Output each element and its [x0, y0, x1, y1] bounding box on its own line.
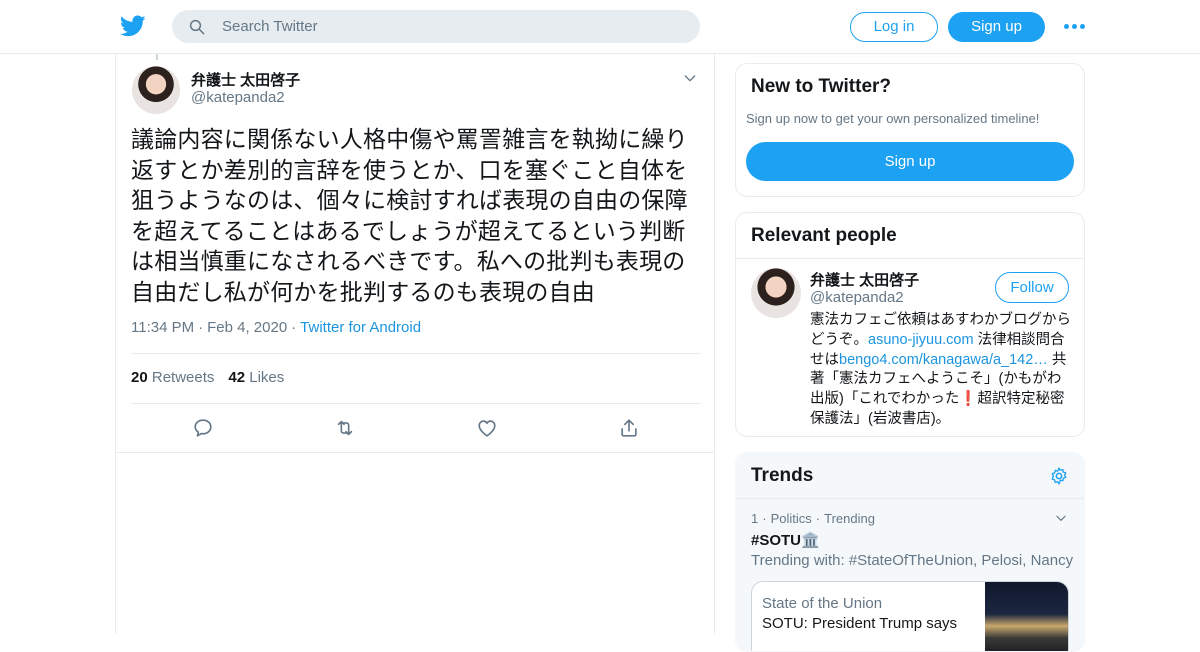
person-handle[interactable]: @katepanda2: [810, 289, 904, 306]
person-name[interactable]: 弁護士 太田啓子: [810, 269, 919, 290]
person-bio: 憲法カフェご依頼はあすわかブログからどうぞ。asuno-jiyuu.com 法律…: [810, 311, 1072, 430]
relevant-people-card: Relevant people 弁護士 太田啓子 @katepanda2 Fol…: [735, 212, 1085, 437]
tweet-time[interactable]: 11:34 PM: [131, 319, 194, 336]
divider: [736, 498, 1084, 499]
divider: [131, 353, 701, 354]
card-title: Relevant people: [751, 225, 897, 246]
top-navigation-bar: Log in Sign up: [0, 0, 1200, 54]
tweet-date[interactable]: Feb 4, 2020: [207, 319, 287, 336]
divider: [116, 452, 714, 453]
tweet-metadata: 11:34 PM · Feb 4, 2020 · Twitter for Android: [131, 319, 421, 336]
gear-icon[interactable]: [1049, 466, 1069, 486]
divider: [736, 258, 1084, 259]
trend-hashtag[interactable]: #SOTU🏛️: [751, 531, 820, 549]
likes-count: 42: [228, 369, 246, 386]
retweet-icon[interactable]: [334, 417, 356, 439]
chevron-down-icon[interactable]: [682, 70, 698, 86]
bio-link[interactable]: asuno-jiyuu.com: [868, 332, 974, 348]
tweet-stats: 20 Retweets 42 Likes: [131, 369, 284, 386]
author-handle[interactable]: @katepanda2: [191, 89, 285, 106]
card-title: Trends: [751, 465, 814, 486]
separator-dot: ·: [762, 511, 767, 526]
follow-button[interactable]: Follow: [995, 272, 1069, 303]
capitol-night-thumbnail: [985, 582, 1068, 651]
more-options-icon[interactable]: [1064, 22, 1086, 32]
trend-metadata: 1 · Politics · Trending: [751, 511, 875, 526]
trend-status: Trending: [824, 511, 875, 526]
bio-link[interactable]: bengo4.com/kanagawa/a_142…: [839, 352, 1048, 368]
search-input[interactable]: [222, 10, 682, 43]
search-icon: [189, 19, 205, 35]
reply-icon[interactable]: [192, 417, 214, 439]
likes-stat[interactable]: 42 Likes: [228, 369, 284, 386]
author-name[interactable]: 弁護士 太田啓子: [191, 69, 300, 90]
news-source: State of the Union: [762, 595, 883, 612]
sign-up-large-button[interactable]: Sign up: [746, 142, 1074, 181]
trending-with-text: Trending with: #StateOfTheUnion, Pelosi,…: [751, 552, 1074, 569]
retweets-count: 20: [131, 369, 148, 386]
chevron-down-icon[interactable]: [1054, 511, 1068, 525]
twitter-bird-logo-icon[interactable]: [119, 13, 147, 39]
trend-rank: 1: [751, 511, 759, 526]
card-subtitle: Sign up now to get your own personalized…: [746, 111, 1040, 126]
separator-dot: ·: [815, 511, 821, 526]
separator-dot: ·: [198, 319, 204, 336]
likes-label: Likes: [249, 369, 285, 386]
trend-category: Politics: [770, 511, 812, 526]
card-title: New to Twitter?: [751, 76, 892, 97]
like-heart-icon[interactable]: [476, 417, 498, 439]
new-to-twitter-card: New to Twitter? Sign up now to get your …: [735, 63, 1085, 197]
trends-card: Trends 1 · Politics · Trending #SOTU🏛️ Trend…: [735, 452, 1085, 652]
trend-news-card[interactable]: State of the Union SOTU: President Trump…: [751, 581, 1069, 651]
sign-up-button[interactable]: Sign up: [948, 12, 1045, 42]
news-title: SOTU: President Trump says: [762, 615, 958, 632]
thread-connector-line: [156, 54, 158, 60]
avatar[interactable]: [751, 268, 801, 318]
separator-dot: ·: [291, 319, 297, 336]
share-icon[interactable]: [618, 417, 640, 439]
exclamation-emoji-icon: ❗: [959, 391, 978, 408]
tweet-column: 弁護士 太田啓子 @katepanda2 議論内容に関係ない人格中傷や罵詈雑言を…: [115, 54, 715, 634]
log-in-button[interactable]: Log in: [850, 12, 938, 42]
avatar[interactable]: [132, 66, 180, 114]
tweet-text: 議論内容に関係ない人格中傷や罵詈雑言を執拗に繰り返すとか差別的言辞を使うとか、口…: [131, 126, 688, 305]
retweets-stat[interactable]: 20 Retweets: [131, 369, 214, 386]
tweet-actions: [116, 404, 714, 452]
retweets-label: Retweets: [151, 369, 215, 386]
tweet-source-link[interactable]: Twitter for Android: [300, 319, 421, 336]
search-bar[interactable]: [172, 10, 700, 43]
